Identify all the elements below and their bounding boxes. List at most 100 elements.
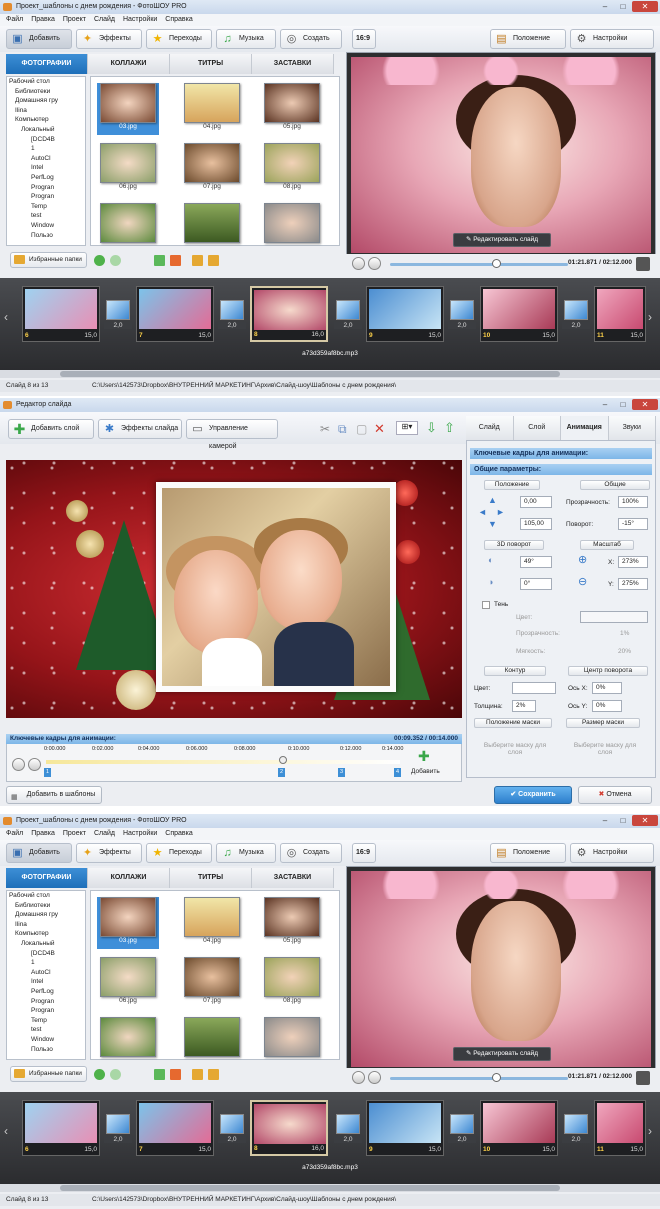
paste-icon[interactable]: ▢ [356,422,367,436]
slide-card[interactable]: 10 15,0 [480,1100,558,1156]
axis-x-input[interactable]: 0% [592,682,622,694]
add-button[interactable]: ▣ Добавить [6,843,72,863]
rotate-3d-b-input[interactable]: 0° [520,578,552,590]
seek-handle[interactable] [492,1073,501,1082]
down-arrow-icon[interactable] [154,255,165,266]
slide-effects-button[interactable]: ✱ Эффекты слайда [98,419,182,439]
transitions-button[interactable]: ★ Переходы [146,29,212,49]
tree-item[interactable]: PerfLog [9,173,85,183]
project-settings-button[interactable]: ⚙Настройки проекта [570,29,654,60]
music-button[interactable]: ♫ Музыка [216,29,276,49]
add-to-templates-button[interactable]: ▦ Добавить в шаблоны [6,786,102,804]
favorites-button[interactable]: Избранные папки [10,1066,87,1082]
seek-handle[interactable] [492,259,501,268]
menu-help[interactable]: Справка [165,14,192,26]
thickness-input[interactable]: 2% [512,700,536,712]
seek-bar[interactable] [390,263,568,266]
stop-icon[interactable] [368,1071,381,1084]
tree-item[interactable]: Progran [9,183,85,193]
tree-item[interactable]: Пользо [9,1045,85,1055]
home-icon[interactable] [170,1069,181,1080]
tab-animation[interactable]: Анимация [561,416,609,440]
slide-card[interactable]: 11 15,0 [594,1100,646,1156]
photo-thumb[interactable] [97,1017,159,1069]
project-settings-button[interactable]: ⚙Настройки проекта [570,843,654,874]
photo-thumb[interactable] [261,1017,323,1069]
minimize-icon[interactable]: – [596,815,614,826]
transition-card[interactable]: 2,0 [218,300,246,336]
tree-item[interactable]: AutoCl [9,968,85,978]
forward-icon[interactable] [110,1069,121,1080]
transition-card[interactable]: 2,0 [448,300,476,336]
scroll-right-icon[interactable]: › [648,1124,652,1138]
keyframe-marker[interactable]: 3 [338,768,345,777]
transition-card[interactable]: 2,0 [448,1114,476,1150]
tree-item[interactable]: Пользо [9,231,85,241]
copy-icon[interactable]: ⧉ [338,422,347,437]
menu-project[interactable]: Проект [63,828,86,840]
tree-item[interactable]: 1 [9,958,85,968]
tree-item[interactable]: Локальный [9,939,85,949]
transition-card[interactable]: 2,0 [104,300,132,336]
axis-y-input[interactable]: 0% [592,700,622,712]
tree-item[interactable]: [DCD4B [9,135,85,145]
tree-item[interactable]: Домашняя гру [9,96,85,106]
effects-button[interactable]: ✦ Эффекты [76,29,142,49]
photo-thumb[interactable]: 06.jpg [97,143,159,195]
tab-layer[interactable]: Слой [513,416,561,440]
tree-item[interactable]: Temp [9,1016,85,1026]
effects-button[interactable]: ✦ Эффекты [76,843,142,863]
tree-item[interactable]: Window [9,1035,85,1045]
layer-photo[interactable] [156,482,396,692]
zoom-in-icon[interactable]: ⊕ [578,555,587,566]
slide-card[interactable]: 7 15,0 [136,286,214,342]
photo-thumb[interactable]: 08.jpg [261,957,323,1009]
close-icon[interactable]: ✕ [632,1,658,12]
add-button[interactable]: ▣ Добавить [6,29,72,49]
scroll-left-icon[interactable]: ‹ [4,310,8,324]
close-icon[interactable]: ✕ [632,815,658,826]
slide-card-selected[interactable]: 8 16,0 [250,1100,328,1156]
transition-card[interactable]: 2,0 [562,1114,590,1150]
tree-item[interactable]: Progran [9,1006,85,1016]
folder-tree[interactable]: Рабочий стол Библиотеки Домашняя гру Ili… [6,76,86,246]
audio-track[interactable]: a73d359af8bc.mp3 [0,1162,660,1174]
tree-item[interactable]: Библиотеки [9,901,85,911]
stop-icon[interactable] [28,758,41,771]
photo-thumb[interactable]: 07.jpg [181,957,243,1009]
tree-item[interactable]: Библиотеки [9,87,85,97]
favorites-button[interactable]: Избранные папки [10,252,87,268]
slide-card[interactable]: 9 15,0 [366,286,444,342]
tree-item[interactable]: Window [9,221,85,231]
transition-card[interactable]: 2,0 [562,300,590,336]
tree-item[interactable]: Компьютер [9,929,85,939]
scroll-left-icon[interactable]: ‹ [4,1124,8,1138]
tree-item[interactable]: Progran [9,997,85,1007]
shadow-color-input[interactable] [580,611,648,623]
camera-control-button[interactable]: ▭ Управление камерой [186,419,278,450]
slide-card[interactable]: 6 15,0 [22,1100,100,1156]
close-icon[interactable]: ✕ [632,399,658,410]
menu-slide[interactable]: Слайд [94,14,115,26]
menu-edit[interactable]: Правка [31,14,55,26]
photo-thumb[interactable] [181,203,243,255]
delete-icon[interactable]: ✕ [374,421,385,437]
transition-card[interactable]: 2,0 [218,1114,246,1150]
zoom-out-icon[interactable]: ⊖ [578,577,587,588]
timeline-track[interactable] [46,760,400,764]
create-button[interactable]: ◎ Создать [280,843,342,863]
folder-up-icon[interactable] [208,1069,219,1080]
photo-thumb[interactable]: 04.jpg [181,83,243,135]
transparency-input[interactable]: 100% [618,496,648,508]
stop-icon[interactable] [368,257,381,270]
tab-titles[interactable]: ТИТРЫ [170,54,252,74]
seek-bar[interactable] [390,1077,568,1080]
align-icon[interactable]: ⊞▾ [396,421,418,435]
tree-item[interactable]: AutoCl [9,154,85,164]
storyboard-scrollbar[interactable] [0,1184,660,1192]
save-button[interactable]: ✔ Сохранить [494,786,572,804]
transition-card[interactable]: 2,0 [334,1114,362,1150]
menu-help[interactable]: Справка [165,828,192,840]
scale-y-input[interactable]: 275% [618,578,648,590]
position-x-input[interactable]: 0,00 [520,496,552,508]
